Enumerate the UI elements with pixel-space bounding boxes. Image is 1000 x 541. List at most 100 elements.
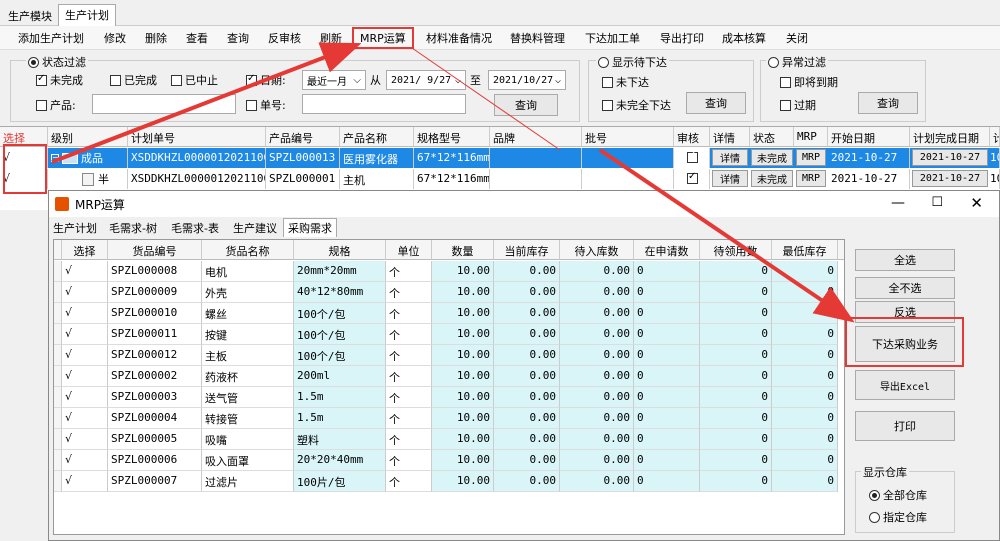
checkbox-icon[interactable]	[687, 171, 698, 184]
row-select-cell[interactable]: √	[62, 408, 108, 429]
row-select-cell[interactable]: √	[62, 345, 108, 366]
row-select-cell[interactable]: √	[62, 450, 108, 471]
all-warehouse-radio[interactable]: 全部仓库	[869, 487, 927, 503]
specified-warehouse-radio[interactable]: 指定仓库	[869, 509, 927, 525]
view-button[interactable]: 查看	[186, 30, 208, 46]
tab-purchase-demand[interactable]: 采购需求	[283, 218, 337, 237]
order-no-checkbox[interactable]: 单号:	[246, 97, 286, 113]
tab-production-module[interactable]: 生产模块	[2, 6, 58, 26]
material-prep-button[interactable]: 材料准备情况	[426, 30, 492, 46]
order-no-input[interactable]	[302, 94, 466, 114]
pending-query-button[interactable]: 查询	[686, 92, 746, 114]
col-detail[interactable]: 详情	[710, 127, 750, 147]
maximize-icon[interactable]: ☐	[931, 195, 943, 210]
status-filter-radio[interactable]: 状态过滤	[26, 54, 88, 70]
replace-material-button[interactable]: 替换料管理	[510, 30, 565, 46]
done-checkbox[interactable]: 已完成	[110, 72, 157, 88]
row-select-cell[interactable]: √	[62, 261, 108, 282]
not-fully-issued-checkbox[interactable]: 未完全下达	[602, 97, 671, 113]
add-plan-button[interactable]: 添加生产计划	[18, 30, 84, 46]
edit-button[interactable]: 修改	[104, 30, 126, 46]
row-select-cell[interactable]: √	[62, 366, 108, 387]
col-select[interactable]: 选择	[62, 240, 108, 260]
mrp-button[interactable]: MRP	[796, 170, 826, 187]
col-pending-use[interactable]: 待领用数	[700, 240, 772, 260]
col-brand[interactable]: 品牌	[490, 127, 582, 147]
col-pending-in[interactable]: 待入库数	[560, 240, 634, 260]
row-audit-cell[interactable]	[674, 169, 710, 189]
product-input[interactable]	[92, 94, 236, 114]
row-select-cell[interactable]: √	[62, 282, 108, 303]
query-button[interactable]: 查询	[227, 30, 249, 46]
row-select-cell[interactable]: √	[62, 303, 108, 324]
overdue-checkbox[interactable]: 过期	[780, 97, 816, 113]
row-select-cell[interactable]: √	[62, 324, 108, 345]
col-product-name[interactable]: 产品名称	[340, 127, 414, 147]
stopped-checkbox[interactable]: 已中止	[171, 72, 218, 88]
refresh-button[interactable]: 刷新	[320, 30, 342, 46]
period-select[interactable]: 最近一月 ⌵	[302, 70, 366, 90]
close-icon[interactable]: ✕	[970, 194, 983, 212]
mrp-calc-button[interactable]: MRP运算	[352, 27, 414, 49]
col-spec[interactable]: 规格	[294, 240, 386, 260]
not-issued-checkbox[interactable]: 未下达	[602, 74, 649, 90]
status-button[interactable]: 未完成	[751, 149, 793, 166]
col-extra[interactable]: 计	[990, 127, 1000, 147]
col-product-code[interactable]: 产品编号	[266, 127, 340, 147]
col-applying[interactable]: 在申请数	[634, 240, 700, 260]
col-audit[interactable]: 审核	[674, 127, 710, 147]
select-none-button[interactable]: 全不选	[855, 277, 955, 299]
print-button[interactable]: 打印	[855, 411, 955, 441]
col-item-name[interactable]: 货品名称	[202, 240, 294, 260]
row-select-cell[interactable]: √	[62, 387, 108, 408]
due-soon-checkbox[interactable]: 即将到期	[780, 74, 838, 90]
export-excel-button[interactable]: 导出Excel	[855, 370, 955, 400]
tab-production-advice[interactable]: 生产建议	[233, 220, 277, 236]
col-status[interactable]: 状态	[750, 127, 794, 147]
table-row[interactable]: √ 半 XSDDKHZL0000012021100... SPZL000001 …	[0, 169, 1000, 189]
tab-production-plan[interactable]: 生产计划	[58, 4, 116, 26]
not-done-checkbox[interactable]: 未完成	[36, 72, 83, 88]
col-unit[interactable]: 单位	[386, 240, 432, 260]
export-print-button[interactable]: 导出打印	[660, 30, 704, 46]
abnormal-filter-radio[interactable]: 异常过滤	[766, 54, 828, 70]
cost-accounting-button[interactable]: 成本核算	[722, 30, 766, 46]
abnormal-query-button[interactable]: 查询	[858, 92, 918, 114]
finish-date-button[interactable]: 2021-10-27	[912, 149, 988, 166]
tab-gross-table[interactable]: 毛需求-表	[171, 220, 219, 236]
table-row[interactable]: √ −成品 XSDDKHZL0000012021100... SPZL00001…	[0, 148, 1000, 168]
status-button[interactable]: 未完成	[751, 170, 793, 187]
tab-production-plan[interactable]: 生产计划	[53, 220, 97, 236]
date-from-picker[interactable]: 2021/ 9/27 ⌵	[386, 70, 466, 90]
product-checkbox[interactable]: 产品:	[36, 97, 76, 113]
finish-date-button[interactable]: 2021-10-27	[912, 170, 988, 187]
select-all-button[interactable]: 全选	[855, 249, 955, 271]
row-select-cell[interactable]: √	[62, 471, 108, 492]
row-select-cell[interactable]: √	[62, 429, 108, 450]
tab-gross-tree[interactable]: 毛需求-树	[109, 220, 157, 236]
detail-button[interactable]: 详情	[712, 170, 748, 187]
mrp-button[interactable]: MRP	[796, 149, 826, 166]
date-to-picker[interactable]: 2021/10/27 ⌵	[488, 70, 566, 90]
col-item-code[interactable]: 货品编号	[108, 240, 202, 260]
col-start-date[interactable]: 开始日期	[828, 127, 910, 147]
col-mrp[interactable]: MRP	[794, 127, 828, 147]
checkbox-icon[interactable]	[687, 150, 698, 163]
collapse-icon[interactable]: −	[51, 154, 59, 162]
col-current-stock[interactable]: 当前库存	[494, 240, 560, 260]
col-batch[interactable]: 批号	[582, 127, 674, 147]
minimize-icon[interactable]: —	[891, 195, 905, 211]
date-checkbox[interactable]: 日期:	[246, 72, 286, 88]
show-pending-radio[interactable]: 显示待下达	[596, 54, 669, 70]
row-audit-cell[interactable]	[674, 148, 710, 168]
close-button[interactable]: 关闭	[786, 30, 808, 46]
issue-work-order-button[interactable]: 下达加工单	[585, 30, 640, 46]
detail-button[interactable]: 详情	[712, 149, 748, 166]
col-finish-date[interactable]: 计划完成日期	[910, 127, 990, 147]
col-min-stock[interactable]: 最低库存	[772, 240, 838, 260]
col-order-no[interactable]: 计划单号	[128, 127, 266, 147]
col-quantity[interactable]: 数量	[432, 240, 494, 260]
delete-button[interactable]: 删除	[145, 30, 167, 46]
filter-query-button[interactable]: 查询	[494, 94, 558, 116]
unaudit-button[interactable]: 反审核	[268, 30, 301, 46]
